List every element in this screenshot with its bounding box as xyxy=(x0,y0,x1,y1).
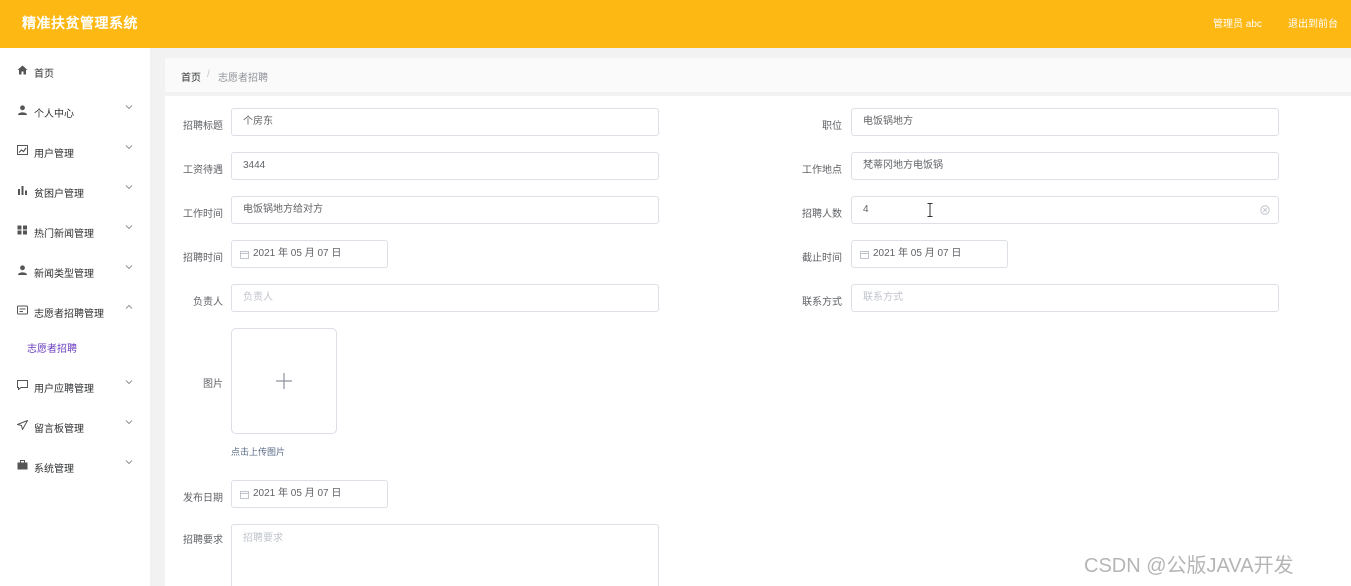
breadcrumb-current: 志愿者招聘 xyxy=(218,73,268,84)
send-icon xyxy=(17,420,28,430)
top-header: 精准扶贫管理系统 管理员 abc 退出到前台 xyxy=(0,0,1351,48)
briefcase-icon xyxy=(17,460,28,470)
salary-label: 工资待遇 xyxy=(183,165,223,176)
title-label: 招聘标题 xyxy=(183,121,223,132)
sidebar-item-label: 贫困户管理 xyxy=(34,189,84,200)
watermark: CSDN @公版JAVA开发 xyxy=(1084,555,1294,577)
message-icon xyxy=(17,380,28,390)
sidebar-item-hot-news-management[interactable]: 热门新闻管理 xyxy=(0,210,150,250)
sidebar-item-label: 新闻类型管理 xyxy=(34,269,94,280)
chevron-down-icon xyxy=(125,185,133,190)
sidebar-item-home[interactable]: 首页 xyxy=(0,50,150,90)
worktime-input[interactable]: 电饭锅地方给对方 xyxy=(231,196,659,224)
grid-icon xyxy=(17,225,27,235)
owner-label: 负责人 xyxy=(193,297,223,308)
recruit-form: 招聘标题 个房东 职位 电饭锅地方 工资待遇 3444 工作地点 梵蒂冈地方电饭… xyxy=(165,96,1351,586)
location-input[interactable]: 梵蒂冈地方电饭锅 xyxy=(851,152,1279,180)
card-icon xyxy=(17,305,28,315)
sidebar-item-news-type-management[interactable]: 新闻类型管理 xyxy=(0,250,150,290)
publish-date-value: 2021 年 05 月 07 日 xyxy=(253,488,342,499)
contact-label: 联系方式 xyxy=(802,297,842,308)
chevron-up-icon xyxy=(125,304,133,309)
contact-input[interactable]: 联系方式 xyxy=(851,284,1279,312)
chart-icon xyxy=(17,145,28,155)
owner-input[interactable]: 负责人 xyxy=(231,284,659,312)
position-label: 职位 xyxy=(822,121,842,132)
sidebar-item-user-management[interactable]: 用户管理 xyxy=(0,130,150,170)
user-icon xyxy=(18,265,27,275)
recruit-time-label: 招聘时间 xyxy=(183,253,223,264)
deadline-value: 2021 年 05 月 07 日 xyxy=(873,248,962,259)
breadcrumb: 首页 / 志愿者招聘 xyxy=(165,58,1351,92)
requirements-textarea[interactable]: 招聘要求 xyxy=(231,524,659,586)
sidebar-item-user-application-management[interactable]: 用户应聘管理 xyxy=(0,365,150,405)
sidebar-item-volunteer-recruit-management[interactable]: 志愿者招聘管理 xyxy=(0,290,150,330)
sidebar-item-label: 用户管理 xyxy=(34,149,74,160)
sidebar-subitem-label: 志愿者招聘 xyxy=(27,344,77,355)
sidebar-item-label: 个人中心 xyxy=(34,109,74,120)
breadcrumb-separator: / xyxy=(207,69,210,80)
chevron-down-icon xyxy=(125,460,133,465)
app-title: 精准扶贫管理系统 xyxy=(22,15,138,31)
recruit-time-value: 2021 年 05 月 07 日 xyxy=(253,248,342,259)
text-cursor-icon xyxy=(927,203,933,217)
sidebar-item-label: 系统管理 xyxy=(34,464,74,475)
sidebar-item-personal-center[interactable]: 个人中心 xyxy=(0,90,150,130)
sidebar-item-poor-household-management[interactable]: 贫困户管理 xyxy=(0,170,150,210)
sidebar-item-label: 热门新闻管理 xyxy=(34,229,94,240)
plus-icon xyxy=(276,373,292,389)
breadcrumb-home-link[interactable]: 首页 xyxy=(181,69,201,84)
chevron-down-icon xyxy=(125,105,133,110)
user-icon xyxy=(18,105,27,115)
calendar-icon xyxy=(240,491,249,499)
calendar-icon xyxy=(240,251,249,259)
sidebar-subitem-volunteer-recruit[interactable]: 志愿者招聘 xyxy=(0,328,150,364)
bar-chart-icon xyxy=(18,186,27,195)
chevron-down-icon xyxy=(125,145,133,150)
chevron-down-icon xyxy=(125,265,133,270)
sidebar-item-label: 志愿者招聘管理 xyxy=(34,309,104,320)
headcount-value: 4 xyxy=(863,204,869,215)
location-label: 工作地点 xyxy=(802,165,842,176)
sidebar-item-system-management[interactable]: 系统管理 xyxy=(0,445,150,485)
recruit-time-picker[interactable]: 2021 年 05 月 07 日 xyxy=(231,240,388,268)
position-input[interactable]: 电饭锅地方 xyxy=(851,108,1279,136)
headcount-input[interactable]: 4 xyxy=(851,196,1279,224)
deadline-label: 截止时间 xyxy=(802,253,842,264)
admin-user-label: 管理员 abc xyxy=(1213,19,1262,30)
chevron-down-icon xyxy=(125,420,133,425)
exit-to-frontend-link[interactable]: 退出到前台 xyxy=(1288,15,1338,30)
title-input[interactable]: 个房东 xyxy=(231,108,659,136)
clear-icon[interactable] xyxy=(1260,205,1270,215)
sidebar-item-label: 留言板管理 xyxy=(34,424,84,435)
image-upload-box[interactable] xyxy=(231,328,337,434)
deadline-picker[interactable]: 2021 年 05 月 07 日 xyxy=(851,240,1008,268)
publish-date-label: 发布日期 xyxy=(183,493,223,504)
home-icon xyxy=(17,65,28,75)
upload-hint[interactable]: 点击上传图片 xyxy=(231,445,285,458)
salary-input[interactable]: 3444 xyxy=(231,152,659,180)
publish-date-picker[interactable]: 2021 年 05 月 07 日 xyxy=(231,480,388,508)
worktime-label: 工作时间 xyxy=(183,209,223,220)
sidebar-item-label: 用户应聘管理 xyxy=(34,384,94,395)
sidebar-menu: 首页 个人中心 用户管理 贫困户管理 热门新闻管理 新闻类型管理 志愿者招聘管理… xyxy=(0,48,150,586)
chevron-down-icon xyxy=(125,380,133,385)
requirements-label: 招聘要求 xyxy=(183,535,223,546)
calendar-icon xyxy=(860,251,869,259)
chevron-down-icon xyxy=(125,225,133,230)
image-label: 图片 xyxy=(203,379,223,390)
sidebar-item-message-board-management[interactable]: 留言板管理 xyxy=(0,405,150,445)
sidebar-item-label: 首页 xyxy=(34,69,54,80)
headcount-label: 招聘人数 xyxy=(802,209,842,220)
